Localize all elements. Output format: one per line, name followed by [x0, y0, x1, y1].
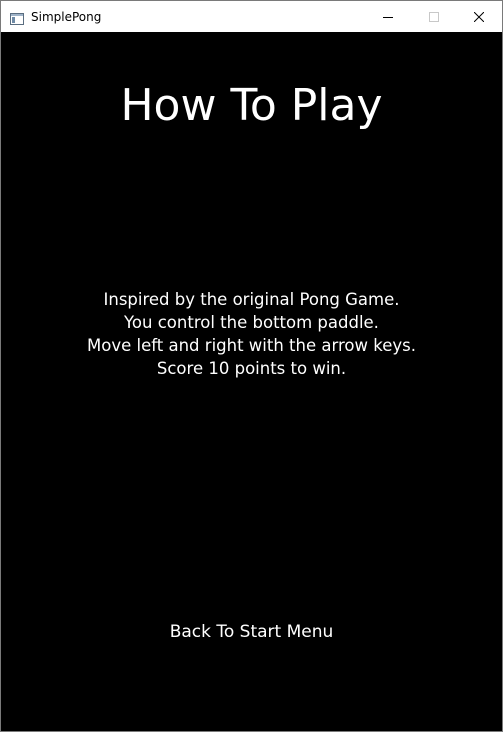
close-button[interactable] — [456, 1, 502, 32]
minimize-icon — [383, 7, 393, 26]
instructions-text: Inspired by the original Pong Game. You … — [1, 288, 502, 380]
maximize-icon — [429, 7, 439, 26]
page-title: How To Play — [120, 80, 383, 131]
close-icon — [473, 7, 485, 26]
app-window: SimplePong How To Play Inspired by the o… — [0, 0, 503, 732]
back-to-start-menu-button[interactable]: Back To Start Menu — [1, 620, 502, 644]
instruction-line: Move left and right with the arrow keys. — [87, 336, 416, 355]
instruction-line: Inspired by the original Pong Game. — [103, 290, 400, 309]
window-title: SimplePong — [31, 10, 102, 24]
game-canvas: How To Play Inspired by the original Pon… — [1, 32, 502, 731]
application-window-icon — [10, 10, 24, 25]
maximize-button[interactable] — [411, 1, 457, 32]
instruction-line: Score 10 points to win. — [156, 359, 347, 378]
instruction-line: You control the bottom paddle. — [124, 313, 379, 332]
title-bar[interactable]: SimplePong — [1, 1, 502, 32]
minimize-button[interactable] — [365, 1, 411, 32]
